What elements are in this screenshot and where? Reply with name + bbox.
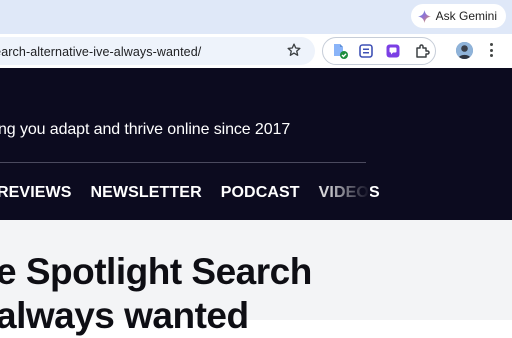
nav-item-podcast[interactable]: PODCAST [221, 184, 300, 202]
nav-item-videos[interactable]: VIDEOS [319, 184, 380, 202]
address-bar[interactable]: t-search-alternative-ive-always-wanted/ [0, 37, 315, 65]
url-text[interactable]: t-search-alternative-ive-always-wanted/ [0, 45, 201, 59]
gemini-sparkle-icon [417, 9, 431, 23]
article-headline: e Spotlight Search always wanted [0, 250, 512, 338]
nav-item-newsletter[interactable]: NEWSLETTER [91, 184, 202, 202]
ask-gemini-button[interactable]: Ask Gemini [410, 4, 506, 28]
article-area: e Spotlight Search always wanted [0, 220, 512, 336]
headline-line-1: e Spotlight Search [0, 251, 312, 292]
puzzle-icon[interactable] [414, 43, 430, 59]
browser-top-strip: Ask Gemini [0, 0, 512, 34]
nav-item-reviews[interactable]: REVIEWS [0, 184, 72, 202]
site-nav: REVIEWS NEWSLETTER PODCAST VIDEOS [0, 184, 380, 202]
browser-menu-kebab-icon[interactable] [490, 43, 493, 60]
browser-toolbar: t-search-alternative-ive-always-wanted/ [0, 34, 512, 68]
extension-notes-icon[interactable] [358, 43, 374, 59]
ask-gemini-label: Ask Gemini [435, 9, 497, 23]
extension-doc-icon[interactable] [332, 43, 348, 59]
profile-avatar[interactable] [456, 42, 473, 59]
extensions-area [322, 37, 436, 65]
bookmark-star-icon[interactable] [286, 42, 302, 58]
site-header: ng you adapt and thrive online since 201… [0, 68, 512, 220]
headline-line-2: always wanted [0, 295, 249, 336]
profile-person-icon [456, 42, 473, 59]
site-tagline: ng you adapt and thrive online since 201… [0, 121, 291, 138]
header-divider [0, 162, 366, 163]
extension-chat-icon[interactable] [385, 43, 401, 59]
